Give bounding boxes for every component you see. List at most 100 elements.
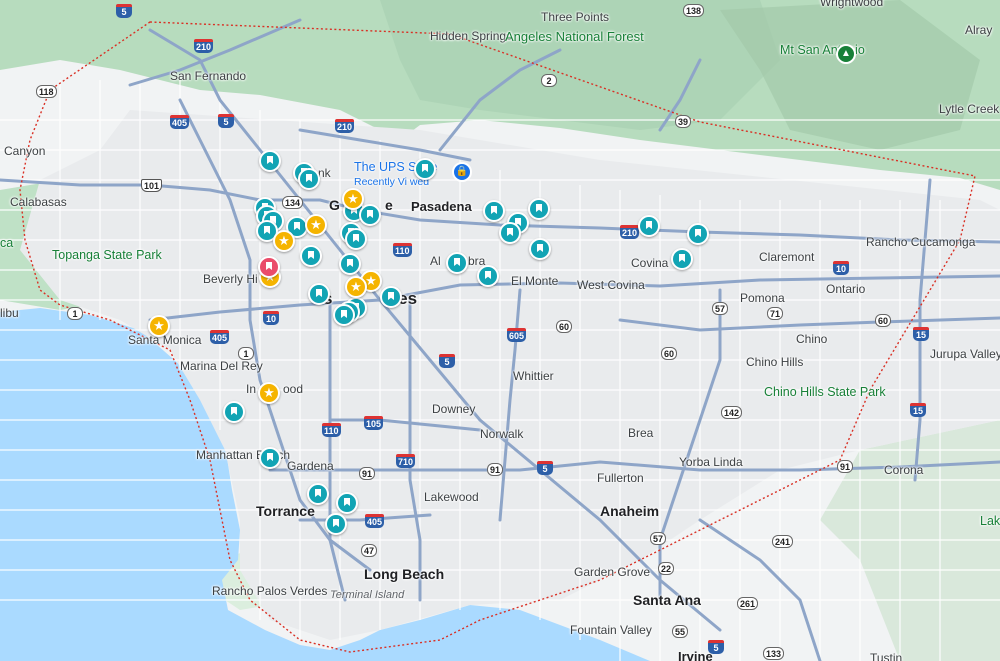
label-inglewood-b: ood — [283, 382, 304, 396]
interstate-110-shield: 110 — [322, 423, 341, 437]
saved-place-pin[interactable] — [446, 252, 468, 274]
label-manhattan-beach: Manhattan Beach — [196, 448, 291, 462]
saved-place-pin[interactable] — [298, 168, 320, 190]
state-route-60-shield: 60 — [875, 314, 892, 327]
saved-place-pin[interactable] — [300, 245, 322, 267]
label-gardena: Gardena — [287, 459, 334, 473]
state-route-142-shield: 142 — [721, 406, 743, 419]
state-route-261-shield: 261 — [737, 597, 759, 610]
label-irvine: Irvine — [678, 649, 713, 661]
saved-place-pin[interactable] — [345, 228, 367, 250]
interstate-210-shield: 210 — [335, 119, 355, 133]
label-wrightwood: Wrightwood — [820, 0, 884, 9]
interstate-5-shield: 5 — [116, 4, 132, 18]
label-three-points: Three Points — [541, 10, 610, 24]
label-marina-del-rey: Marina Del Rey — [180, 359, 263, 373]
state-route-60-shield: 60 — [556, 320, 573, 333]
shopping-bag-icon[interactable]: 🔒 — [452, 162, 472, 182]
label-brea: Brea — [628, 426, 654, 440]
interstate-405-shield: 405 — [365, 514, 385, 528]
label-pasadena: Pasadena — [411, 199, 472, 214]
interstate-605-shield: 605 — [507, 328, 527, 342]
us-101-shield: 101 — [141, 179, 163, 192]
state-route-133-shield: 133 — [763, 647, 785, 660]
label-torrance: Torrance — [256, 503, 315, 519]
interstate-5-shield: 5 — [537, 461, 553, 475]
map-canvas[interactable]: San Fernando Canyon Calabasas Topanga St… — [0, 0, 1000, 661]
saved-place-pin[interactable] — [359, 204, 381, 226]
saved-place-pin[interactable] — [477, 265, 499, 287]
saved-place-pin[interactable] — [336, 492, 358, 514]
label-whittier: Whittier — [513, 369, 554, 383]
interstate-15-shield: 15 — [913, 327, 929, 341]
label-lake-edge: Lak — [980, 514, 1000, 528]
label-malibu: libu — [0, 306, 19, 320]
label-ca-edge: ca — [0, 236, 14, 250]
label-long-beach: Long Beach — [364, 566, 445, 582]
label-norwalk: Norwalk — [480, 427, 524, 441]
label-chino-hills-state-park: Chino Hills State Park — [764, 385, 886, 399]
state-route-1-shield: 1 — [238, 347, 254, 360]
label-ontario: Ontario — [826, 282, 866, 296]
state-route-138-shield: 138 — [683, 4, 705, 17]
label-angeles-national-forest: Angeles National Forest — [505, 29, 644, 44]
saved-place-pin[interactable] — [333, 304, 355, 326]
saved-place-pin[interactable] — [638, 215, 660, 237]
state-route-91-shield: 91 — [359, 467, 376, 480]
saved-place-pin[interactable] — [259, 150, 281, 172]
saved-place-pin[interactable] — [528, 198, 550, 220]
selected-place-pin[interactable] — [258, 256, 280, 278]
label-garden-grove: Garden Grove — [574, 565, 651, 579]
star-icon[interactable]: ★ — [345, 276, 367, 298]
star-icon[interactable]: ★ — [258, 382, 280, 404]
label-santa-monica: Santa Monica — [128, 333, 202, 347]
label-beverly-hills: Beverly Hi — [203, 272, 258, 286]
state-route-91-shield: 91 — [837, 460, 854, 473]
star-icon[interactable]: ★ — [342, 188, 364, 210]
label-san-fernando: San Fernando — [170, 69, 247, 83]
interstate-405-shield: 405 — [170, 115, 190, 129]
star-icon[interactable]: ★ — [273, 230, 295, 252]
saved-place-pin[interactable] — [308, 283, 330, 305]
state-route-55-shield: 55 — [672, 625, 689, 638]
saved-place-pin[interactable] — [259, 447, 281, 469]
saved-place-pin[interactable] — [529, 238, 551, 260]
label-tustin-edge: Tustin — [870, 651, 903, 661]
state-route-47-shield: 47 — [361, 544, 378, 557]
state-route-71-shield: 71 — [767, 307, 784, 320]
state-route-241-shield: 241 — [772, 535, 794, 548]
label-lakewood: Lakewood — [424, 490, 479, 504]
interstate-210-shield: 210 — [620, 225, 640, 239]
saved-place-pin[interactable] — [483, 200, 505, 222]
state-route-57-shield: 57 — [650, 532, 667, 545]
saved-place-pin[interactable] — [380, 286, 402, 308]
state-route-22-shield: 22 — [658, 562, 675, 575]
state-route-1-shield: 1 — [67, 307, 83, 320]
label-alray: Alray — [965, 23, 993, 37]
saved-place-pin[interactable] — [307, 483, 329, 505]
saved-place-pin[interactable] — [499, 222, 521, 244]
label-glendale-a: G — [329, 197, 340, 213]
saved-place-pin[interactable] — [671, 248, 693, 270]
label-canyon: Canyon — [4, 144, 46, 158]
mountain-icon[interactable]: ▲ — [836, 44, 856, 64]
saved-place-pin[interactable] — [687, 223, 709, 245]
star-icon[interactable]: ★ — [305, 214, 327, 236]
label-claremont: Claremont — [759, 250, 815, 264]
saved-place-pin[interactable] — [223, 401, 245, 423]
saved-place-pin[interactable] — [414, 158, 436, 180]
saved-place-pin[interactable] — [339, 253, 361, 275]
label-corona: Corona — [884, 463, 924, 477]
label-pomona: Pomona — [740, 291, 785, 305]
saved-place-pin[interactable] — [325, 513, 347, 535]
interstate-10-shield: 10 — [263, 311, 279, 325]
label-glendale-b: e — [385, 197, 393, 213]
label-topanga-state-park: Topanga State Park — [52, 248, 162, 262]
interstate-105-shield: 105 — [364, 416, 384, 430]
label-west-covina: West Covina — [577, 278, 645, 292]
label-jurupa-valley: Jurupa Valley — [930, 347, 1000, 361]
star-icon[interactable]: ★ — [148, 315, 170, 337]
label-santa-ana: Santa Ana — [633, 592, 701, 608]
label-terminal-island: Terminal Island — [330, 589, 405, 601]
state-route-60-shield: 60 — [661, 347, 678, 360]
